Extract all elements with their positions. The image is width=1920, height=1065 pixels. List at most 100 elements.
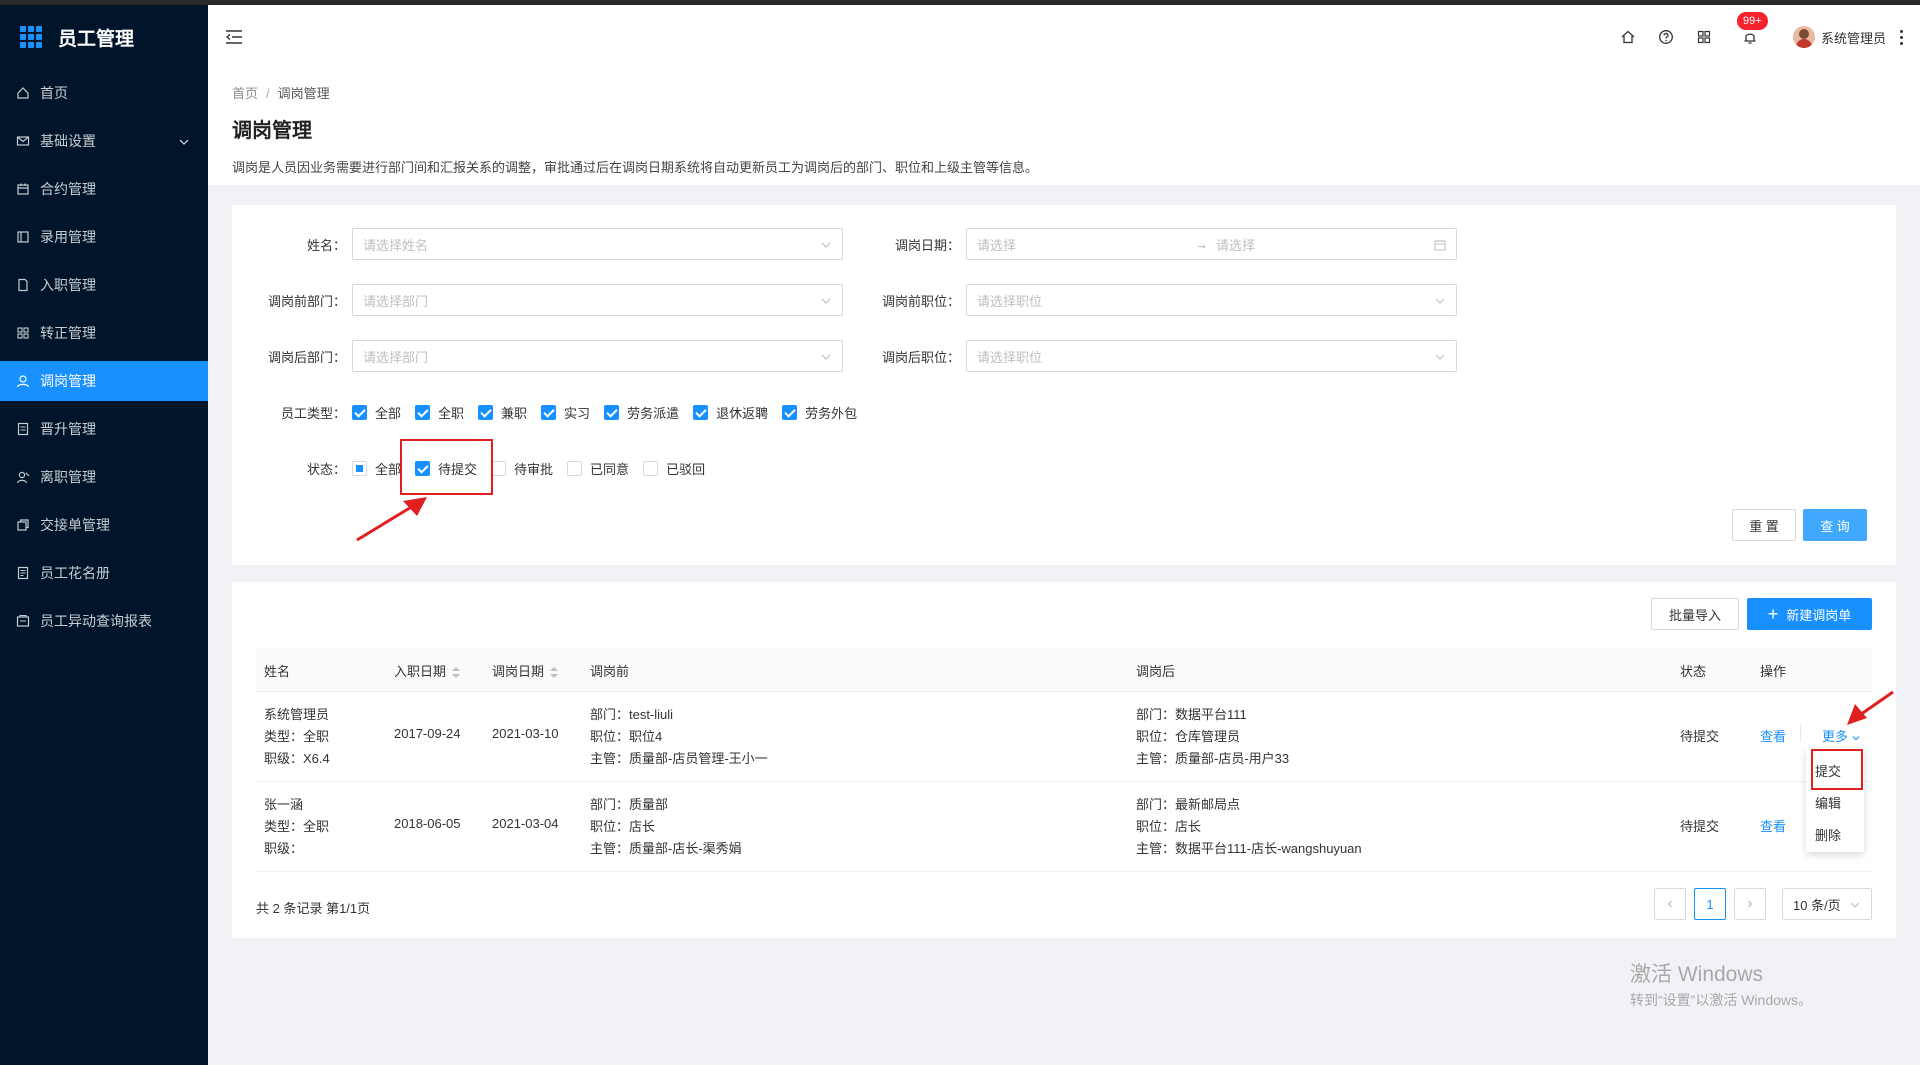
date-range-picker[interactable]: 请选择 → 请选择 (966, 228, 1457, 260)
windows-activation-watermark: 激活 Windows 转到“设置”以激活 Windows。 (1630, 958, 1812, 1010)
status-pending-approval[interactable]: 待审批 (491, 459, 553, 478)
emp-type-parttime[interactable]: 兼职 (478, 403, 527, 422)
sidebar-item-transfer[interactable]: 调岗管理 (0, 361, 208, 401)
emp-type-all[interactable]: 全部 (352, 403, 401, 422)
app-logo[interactable]: 员工管理 (0, 5, 208, 69)
breadcrumb: 首页 / 调岗管理 (232, 83, 1896, 102)
emp-type-fulltime[interactable]: 全职 (415, 403, 464, 422)
chevron-left-icon (1667, 900, 1672, 908)
sidebar-item-hiring[interactable]: 录用管理 (0, 217, 208, 257)
name-select[interactable]: 请选择姓名 (352, 228, 843, 260)
checkbox[interactable] (478, 405, 494, 420)
emp-type-outsourced[interactable]: 劳务外包 (782, 403, 857, 422)
total-records: 共 2 条记录 第1/1页 (256, 901, 371, 916)
row-after-mgr: 主管：质量部-店员-用户33 (1136, 751, 1290, 766)
user-name[interactable]: 系统管理员 (1821, 28, 1886, 47)
after-pos-label: 调岗后职位： (881, 349, 960, 365)
row-before-dept: 部门：test-liuli (590, 707, 674, 722)
more-dropdown-trigger[interactable]: 更多 (1822, 726, 1861, 745)
sidebar-item-label: 员工花名册 (40, 565, 110, 581)
view-link[interactable]: 查看 (1760, 726, 1786, 745)
next-page-button[interactable] (1734, 888, 1766, 920)
table-header: 姓名 入职日期 调岗日期 调岗前 调岗后 状态 操作 (256, 648, 1872, 692)
breadcrumb-current: 调岗管理 (277, 86, 330, 101)
user-leave-icon (16, 470, 30, 484)
chevron-down-icon (178, 135, 190, 147)
checkbox-label: 全职 (438, 406, 465, 421)
page-size-select[interactable]: 10 条/页 (1782, 888, 1872, 920)
after-dept-select[interactable]: 请选择部门 (352, 340, 843, 372)
view-link[interactable]: 查看 (1760, 816, 1786, 835)
sidebar-item-regularization[interactable]: 转正管理 (0, 313, 208, 353)
page-button[interactable]: 1 (1694, 888, 1726, 920)
more-vertical-icon[interactable] (1898, 28, 1904, 46)
status-all[interactable]: 全部 (352, 459, 401, 478)
col-entry-date[interactable]: 入职日期 (394, 661, 461, 680)
before-dept-select[interactable]: 请选择部门 (352, 284, 843, 316)
breadcrumb-home[interactable]: 首页 (232, 86, 258, 101)
reset-button[interactable]: 重 置 (1732, 509, 1796, 541)
checkbox[interactable] (352, 405, 367, 420)
after-pos-select[interactable]: 请选择职位 (966, 340, 1457, 372)
batch-import-button[interactable]: 批量导入 (1651, 598, 1739, 630)
emp-type-dispatch[interactable]: 劳务派遣 (604, 403, 679, 422)
status-rejected[interactable]: 已驳回 (643, 459, 705, 478)
emp-type-rehired[interactable]: 退休返聘 (693, 403, 768, 422)
bell-icon[interactable]: 99+ (1736, 12, 1768, 46)
menu-fold-icon[interactable] (224, 27, 244, 47)
sort-icon[interactable] (452, 666, 461, 679)
row-status: 待提交 (1680, 729, 1720, 744)
query-button[interactable]: 查 询 (1803, 509, 1867, 541)
sidebar-item-promotion[interactable]: 晋升管理 (0, 409, 208, 449)
filter-row-before-pos: 调岗前职位： 请选择职位 (846, 284, 1457, 316)
checkbox-label: 全部 (375, 462, 402, 477)
filter-row-before-dept: 调岗前部门： 请选择部门 (232, 284, 843, 316)
highlight-box-status (400, 439, 493, 495)
notification-badge: 99+ (1736, 12, 1768, 30)
sidebar-item-change-report[interactable]: 员工异动查询报表 (0, 601, 208, 641)
sidebar-item-home[interactable]: 首页 (0, 73, 208, 113)
new-transfer-button[interactable]: + 新建调岗单 (1747, 598, 1872, 630)
book-icon (16, 230, 30, 244)
col-before: 调岗前 (590, 664, 630, 679)
sidebar-item-label: 基础设置 (40, 133, 96, 149)
status-approved[interactable]: 已同意 (567, 459, 629, 478)
sidebar-item-contracts[interactable]: 合约管理 (0, 169, 208, 209)
help-icon[interactable] (1657, 28, 1675, 46)
sidebar-item-roster[interactable]: 员工花名册 (0, 553, 208, 593)
row-after-mgr: 主管：数据平台111-店长-wangshuyuan (1136, 841, 1362, 856)
table-icon (16, 326, 30, 340)
checkbox[interactable] (541, 405, 557, 420)
emp-type-intern[interactable]: 实习 (541, 403, 590, 422)
home-icon[interactable] (1619, 28, 1637, 46)
sidebar-item-handover[interactable]: 交接单管理 (0, 505, 208, 545)
status-label: 状态： (306, 462, 346, 477)
checkbox[interactable] (415, 405, 431, 420)
table-panel: 批量导入 + 新建调岗单 姓名 入职日期 调岗日期 调岗前 调岗后 状态 操作 … (232, 582, 1896, 938)
checkbox[interactable] (643, 461, 659, 476)
row-before-mgr: 主管：质量部-店长-渠秀娟 (590, 841, 742, 856)
prev-page-button[interactable] (1654, 888, 1686, 920)
date-end-input[interactable]: 请选择 (1216, 235, 1255, 254)
sidebar: 员工管理 首页 基础设置 合约管理 录用管理 入职管理 转正管理 调岗管理 晋升… (0, 5, 208, 1065)
checkbox[interactable] (567, 461, 583, 476)
checkbox[interactable] (352, 461, 367, 476)
col-transfer-date[interactable]: 调岗日期 (492, 661, 559, 680)
date-start-input[interactable]: 请选择 (977, 235, 1195, 254)
before-pos-select[interactable]: 请选择职位 (966, 284, 1457, 316)
chevron-down-icon (820, 239, 832, 251)
checkbox[interactable] (604, 405, 620, 420)
checkbox[interactable] (782, 405, 798, 420)
sidebar-item-onboarding[interactable]: 入职管理 (0, 265, 208, 305)
avatar[interactable] (1792, 26, 1815, 48)
sidebar-item-basic-settings[interactable]: 基础设置 (0, 121, 208, 161)
menu-item-edit[interactable]: 编辑 (1815, 793, 1841, 812)
sidebar-item-resignation[interactable]: 离职管理 (0, 457, 208, 497)
sidebar-item-label: 离职管理 (40, 469, 96, 485)
menu-item-delete[interactable]: 删除 (1815, 825, 1841, 844)
checkbox[interactable] (693, 405, 709, 420)
apps-icon[interactable] (1695, 28, 1713, 46)
checkbox[interactable] (491, 461, 507, 476)
sort-icon[interactable] (550, 666, 559, 679)
chevron-right-icon (1748, 900, 1753, 908)
